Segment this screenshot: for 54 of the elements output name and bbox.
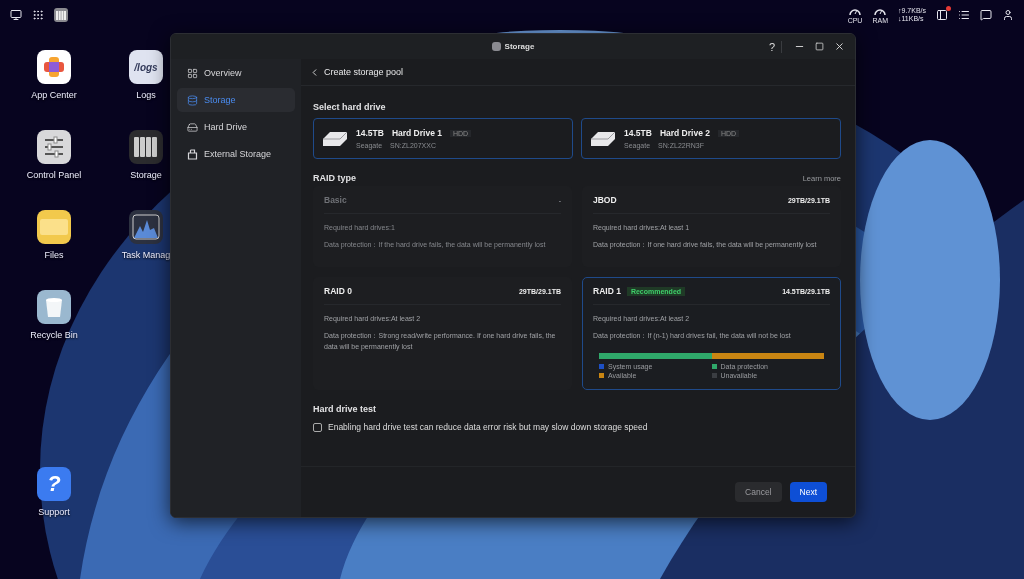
cancel-button[interactable]: Cancel <box>735 482 782 502</box>
colorful-blocks-icon[interactable] <box>37 50 71 84</box>
chat-icon[interactable] <box>980 9 992 21</box>
desktop-icon-label[interactable]: Files <box>44 250 64 260</box>
maximize-icon[interactable] <box>815 42 824 51</box>
section-title: Hard drive test <box>313 404 378 414</box>
desktop-icon-label[interactable]: App Center <box>31 90 77 100</box>
hard-drive-icon <box>322 129 348 148</box>
desktop-icon-label[interactable]: Task Manag <box>121 250 171 260</box>
hard-drive-icon <box>590 129 616 148</box>
drive-capacity: 14.5TB <box>356 128 384 138</box>
next-button[interactable]: Next <box>789 482 827 502</box>
help-button[interactable]: ? <box>768 40 782 53</box>
database-icon <box>187 94 198 106</box>
desktop-icon-label[interactable]: Storage <box>130 170 162 180</box>
raid-name: JBOD <box>593 195 617 205</box>
sidebar-item[interactable]: Overview <box>177 61 295 85</box>
desktop-icon-label[interactable]: Logs <box>136 90 156 100</box>
hard-drive-icon <box>187 121 198 133</box>
window-title: Storage <box>504 42 535 51</box>
close-icon[interactable] <box>834 41 845 52</box>
page-title: Create storage pool <box>324 67 404 77</box>
checkbox-label: Enabling hard drive test can reduce data error risk but may slow down storage speed <box>328 422 648 432</box>
help-icon[interactable]: ? <box>37 467 71 501</box>
trash-icon[interactable] <box>37 290 71 324</box>
sidebar-item-label: Overview <box>204 68 242 78</box>
raid-name: RAID 1 <box>593 286 621 296</box>
raid-name: Basic <box>324 195 347 205</box>
list-icon[interactable] <box>958 9 970 21</box>
desktop-icon-label[interactable]: Support <box>38 507 70 517</box>
monitor-icon[interactable] <box>10 9 22 21</box>
drive-name: Hard Drive 1 <box>391 128 442 138</box>
chart-icon[interactable] <box>129 210 163 244</box>
sidebar-item-label: Storage <box>204 95 236 105</box>
sliders-icon[interactable] <box>37 130 71 164</box>
sidebar-item[interactable]: Hard Drive <box>177 115 295 139</box>
section-title: RAID type <box>313 173 356 183</box>
checkbox[interactable] <box>313 422 322 432</box>
drive-capacity: 14.5TB <box>624 128 652 138</box>
apps-grid-icon[interactable] <box>32 9 44 21</box>
drive-name: Hard Drive 2 <box>659 128 710 138</box>
document-icon[interactable]: /logs <box>129 50 163 84</box>
grid-icon <box>187 67 198 79</box>
sidebar-item[interactable]: Storage <box>177 88 295 112</box>
desktop-icon-label[interactable]: Recycle Bin <box>30 330 78 340</box>
sidebar-item-label: External Storage <box>204 149 272 159</box>
folder-icon[interactable] <box>37 210 71 244</box>
raid-name: RAID 0 <box>324 286 352 296</box>
user-icon[interactable] <box>1002 9 1014 21</box>
desktop-icon-label[interactable]: Control Panel <box>26 170 82 180</box>
sidebar-item[interactable]: External Storage <box>177 142 295 166</box>
panel-icon[interactable] <box>936 9 948 21</box>
sidebar-item-label: Hard Drive <box>204 122 247 132</box>
section-title: Select hard drive <box>313 102 387 112</box>
